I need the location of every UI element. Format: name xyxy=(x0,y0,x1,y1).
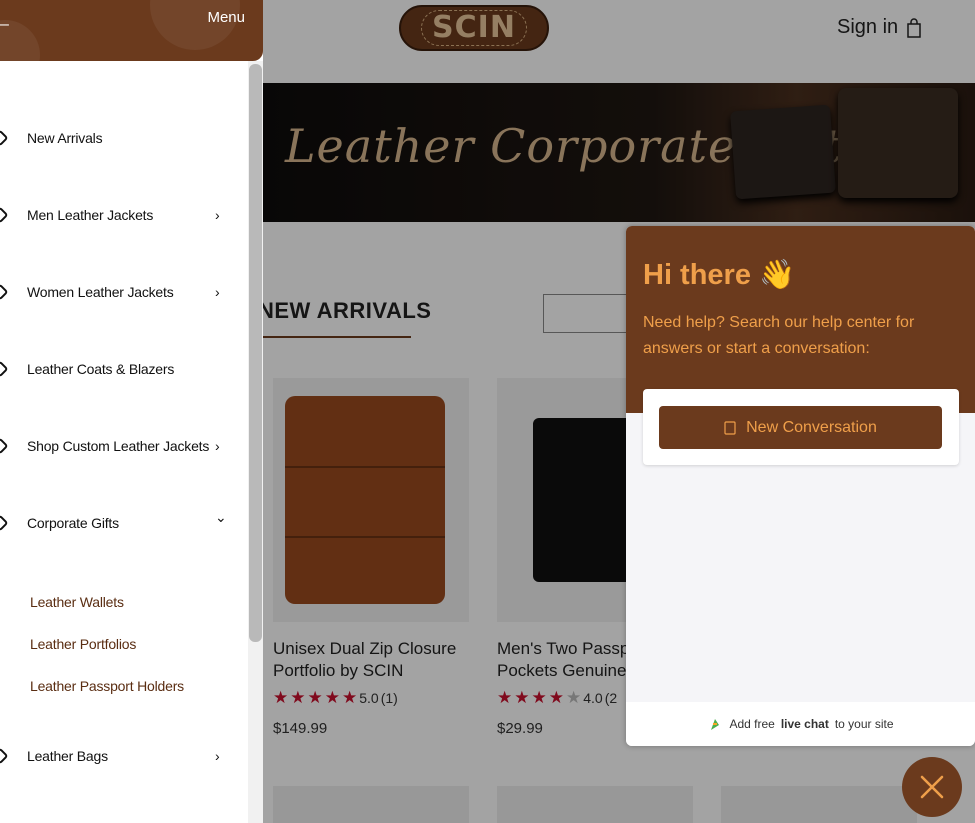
chevron-right-icon[interactable]: › xyxy=(215,438,220,454)
footer-text-post: to your site xyxy=(834,717,894,731)
menu-item-label: Corporate Gifts xyxy=(27,515,119,531)
submenu-item-leather-portfolios[interactable]: Leather Portfolios xyxy=(30,636,136,652)
new-conversation-button[interactable]: New Conversation xyxy=(659,406,942,449)
menu-item-label: Women Leather Jackets xyxy=(27,284,174,300)
chevron-right-icon[interactable]: › xyxy=(215,284,220,300)
chevron-right-icon[interactable]: › xyxy=(215,748,220,764)
live-chat-widget: Hi there 👋 Need help? Search our help ce… xyxy=(626,226,975,746)
menu-title[interactable]: Menu xyxy=(207,9,245,26)
menu-item-label: Leather Bags xyxy=(27,748,108,764)
leather-hide-icon xyxy=(0,283,9,301)
submenu-item-leather-passport-holders[interactable]: Leather Passport Holders xyxy=(30,678,184,694)
close-icon xyxy=(920,775,944,799)
chat-header: Hi there 👋 Need help? Search our help ce… xyxy=(626,226,975,413)
drawer-header: – Menu xyxy=(0,0,263,61)
drawer-scroll-thumb[interactable] xyxy=(249,64,262,642)
menu-item-shop-custom-leather-jackets[interactable]: Shop Custom Leather Jackets › xyxy=(0,426,248,466)
leather-hide-icon xyxy=(0,437,9,455)
close-chat-button[interactable] xyxy=(902,757,962,817)
chat-greeting: Hi there 👋 xyxy=(643,259,796,291)
menu-item-women-leather-jackets[interactable]: Women Leather Jackets › xyxy=(0,272,248,312)
menu-item-leather-bags[interactable]: Leather Bags › xyxy=(0,736,248,776)
menu-item-corporate-gifts[interactable]: Corporate Gifts ⌄ xyxy=(0,503,248,543)
footer-text-bold[interactable]: live chat xyxy=(781,717,829,731)
submenu-item-leather-wallets[interactable]: Leather Wallets xyxy=(30,594,124,610)
menu-item-label: New Arrivals xyxy=(27,130,103,146)
chevron-down-icon[interactable]: ⌄ xyxy=(215,509,227,526)
menu-item-leather-coats-blazers[interactable]: Leather Coats & Blazers xyxy=(0,349,248,389)
menu-item-label: Shop Custom Leather Jackets xyxy=(27,438,210,454)
chat-subtitle: Need help? Search our help center for an… xyxy=(643,314,915,357)
leather-hide-icon xyxy=(0,514,9,532)
menu-item-new-arrivals[interactable]: New Arrivals xyxy=(0,118,248,158)
leather-hide-icon xyxy=(0,206,9,224)
new-conversation-label: New Conversation xyxy=(746,418,877,436)
collapse-icon[interactable]: – xyxy=(0,16,9,34)
chat-footer[interactable]: Add free live chat to your site xyxy=(626,702,975,746)
leather-hide-icon xyxy=(0,360,9,378)
leather-hide-icon xyxy=(0,747,9,765)
menu-item-label: Men Leather Jackets xyxy=(27,207,154,223)
paper-plane-icon xyxy=(724,420,736,435)
menu-item-men-leather-jackets[interactable]: Men Leather Jackets › xyxy=(0,195,248,235)
menu-item-label: Leather Coats & Blazers xyxy=(27,361,175,377)
conversation-card: New Conversation xyxy=(643,389,959,465)
chevron-right-icon[interactable]: › xyxy=(215,207,220,223)
leather-hide-icon xyxy=(0,129,9,147)
chat-brand-icon xyxy=(711,719,720,730)
footer-text-pre: Add free xyxy=(729,717,775,731)
side-menu-drawer: – Menu New Arrivals Men Leather Jackets … xyxy=(0,0,263,823)
